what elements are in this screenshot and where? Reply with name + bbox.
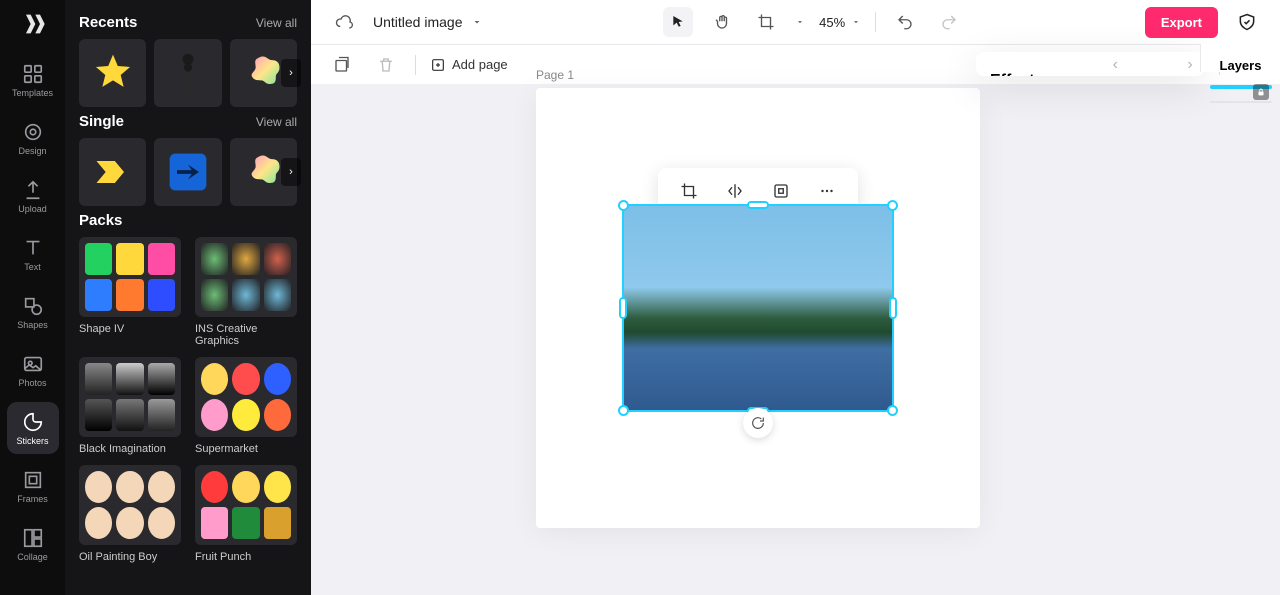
resize-handle[interactable] [887, 405, 898, 416]
rail-upload[interactable]: Upload [7, 170, 59, 222]
view-all-recents[interactable]: View all [256, 16, 297, 30]
rail-text[interactable]: Text [7, 228, 59, 280]
pack-oil-painting-boy[interactable]: Oil Painting Boy [79, 465, 181, 563]
layers-panel: Layers [1200, 44, 1280, 72]
rail-collage[interactable]: Collage [7, 518, 59, 570]
cloud-sync-icon[interactable] [329, 7, 359, 37]
view-all-single[interactable]: View all [256, 115, 297, 129]
lock-icon[interactable] [1253, 84, 1269, 100]
stickers-panel: Recents View all › Single View all › Pac… [65, 0, 311, 595]
rail-design[interactable]: Design [7, 112, 59, 164]
resize-handle[interactable] [618, 200, 629, 211]
sticker-single-1[interactable] [79, 138, 146, 206]
chevron-right-icon[interactable]: › [281, 158, 301, 186]
pack-ins-creative[interactable]: INS Creative Graphics [195, 237, 297, 347]
chevron-down-icon [851, 17, 861, 27]
resize-handle[interactable] [618, 405, 629, 416]
pack-shape-iv[interactable]: Shape IV [79, 237, 181, 347]
zoom-level[interactable]: 45% [819, 15, 861, 30]
pack-supermarket[interactable]: Supermarket [195, 357, 297, 455]
resize-handle[interactable] [887, 200, 898, 211]
rail-frames[interactable]: Frames [7, 460, 59, 512]
rail-templates[interactable]: Templates [7, 54, 59, 106]
chevron-down-icon [471, 16, 483, 28]
sticker-single-2[interactable] [154, 138, 221, 206]
effects-panel: Effects Smart tools ‹ Image upscaler Low… [976, 52, 1204, 76]
crop-icon[interactable] [674, 176, 704, 206]
sticker-recent-1[interactable] [79, 39, 146, 107]
crop-tool[interactable] [751, 7, 781, 37]
hand-tool[interactable] [707, 7, 737, 37]
redo-button[interactable] [934, 7, 964, 37]
layer-background[interactable] [1210, 101, 1272, 103]
page-label: Page 1 [536, 68, 574, 82]
add-page-button[interactable]: Add page [430, 57, 508, 73]
section-title-recents: Recents [79, 14, 137, 31]
rail-shapes[interactable]: Shapes [7, 286, 59, 338]
effects-panel-title: Effects [990, 72, 1043, 76]
page-card[interactable] [536, 88, 980, 528]
section-title-packs: Packs [79, 212, 122, 229]
section-title-single: Single [79, 113, 124, 130]
left-rail: Templates Design Upload Text Shapes Phot… [0, 0, 65, 595]
position-icon[interactable] [766, 176, 796, 206]
app-logo[interactable] [19, 10, 47, 38]
topbar: Untitled image 45% Export [311, 0, 1280, 44]
document-title[interactable]: Untitled image [373, 14, 483, 30]
pack-black-imagination[interactable]: Black Imagination [79, 357, 181, 455]
next-page-icon[interactable]: › [1175, 50, 1205, 80]
sticker-recent-2[interactable] [154, 39, 221, 107]
layers-title: Layers [1220, 58, 1262, 73]
rotate-icon[interactable] [743, 408, 773, 438]
resize-handle[interactable] [619, 297, 627, 319]
chevron-right-icon[interactable]: › [281, 59, 301, 87]
selected-image[interactable] [622, 204, 894, 412]
select-tool[interactable] [663, 7, 693, 37]
check-shield-icon[interactable] [1232, 7, 1262, 37]
resize-handle[interactable] [889, 297, 897, 319]
export-button[interactable]: Export [1145, 7, 1218, 38]
prev-page-icon[interactable]: ‹ [1100, 50, 1130, 80]
chevron-down-icon[interactable] [795, 17, 805, 27]
flip-icon[interactable] [720, 176, 750, 206]
more-icon[interactable] [812, 176, 842, 206]
pack-fruit-punch[interactable]: Fruit Punch [195, 465, 297, 563]
pages-icon[interactable] [327, 50, 357, 80]
resize-handle[interactable] [747, 201, 769, 209]
delete-icon[interactable] [371, 50, 401, 80]
rail-photos[interactable]: Photos [7, 344, 59, 396]
rail-stickers[interactable]: Stickers [7, 402, 59, 454]
undo-button[interactable] [890, 7, 920, 37]
